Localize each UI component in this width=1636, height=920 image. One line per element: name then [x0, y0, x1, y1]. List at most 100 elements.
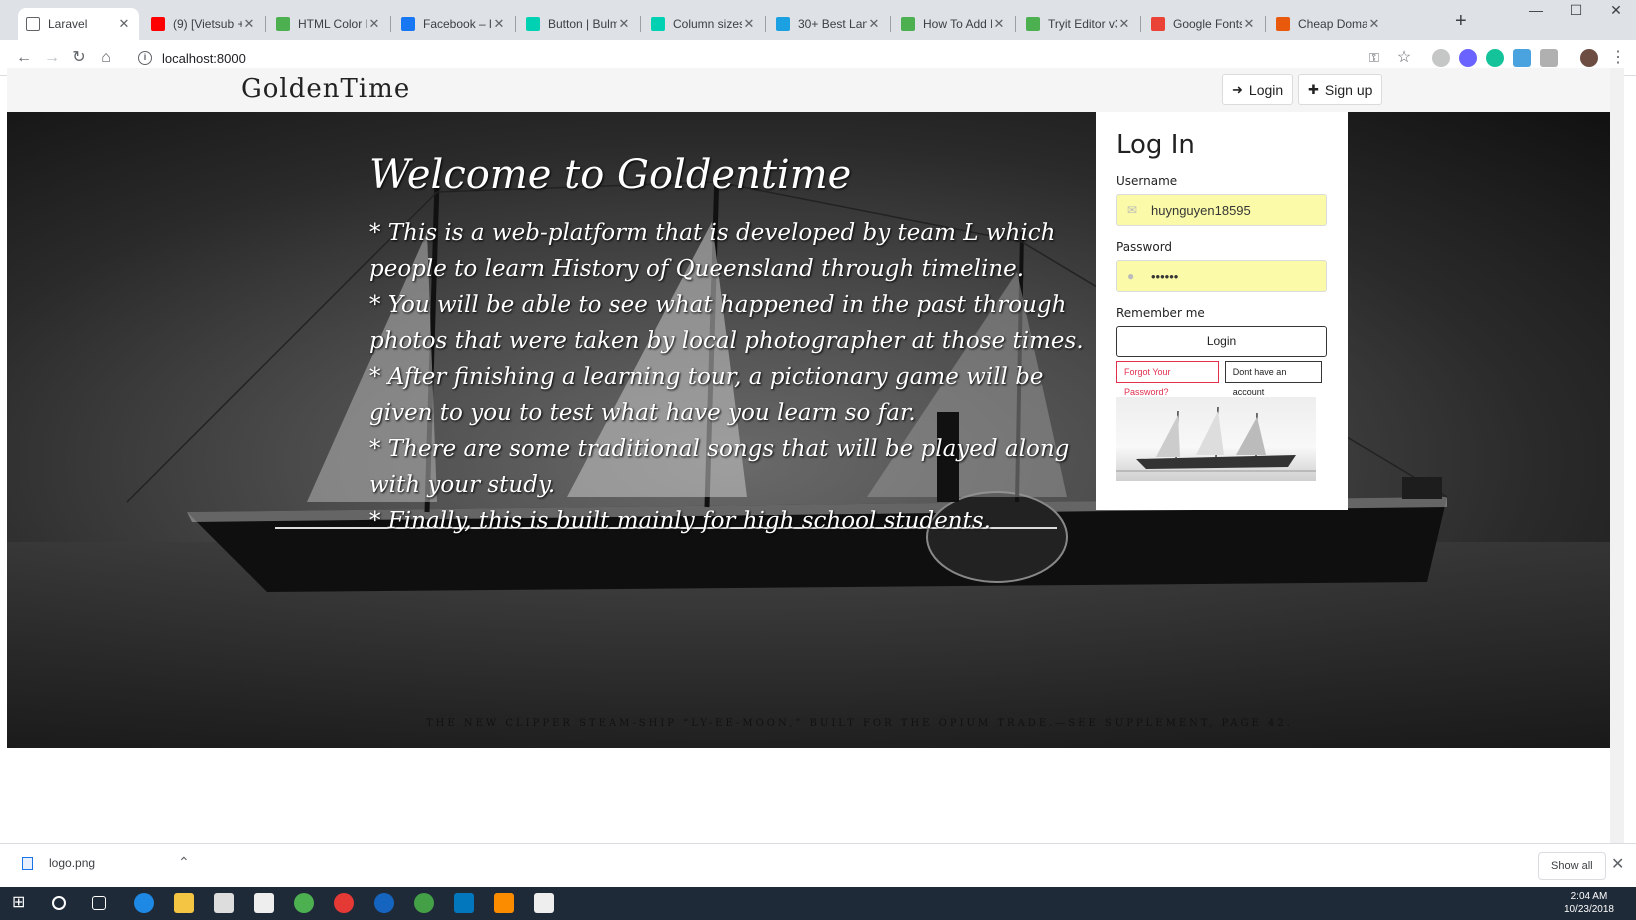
profile-avatar[interactable] — [1580, 49, 1598, 67]
browser-tab[interactable]: Button | Bulma: a✕ — [518, 8, 639, 40]
show-all-button[interactable]: Show all — [1538, 852, 1606, 880]
address-text: localhost:8000 — [162, 50, 246, 66]
browser-tab[interactable]: Tryit Editor v3.5✕ — [1018, 8, 1139, 40]
tab-separator — [265, 16, 266, 32]
close-tab-icon[interactable]: ✕ — [492, 16, 506, 32]
windows-taskbar: ⊞ 2:04 AM 10/23/2018 — [0, 887, 1636, 920]
close-tab-icon[interactable]: ✕ — [742, 16, 756, 32]
google-fonts-icon — [1151, 17, 1165, 31]
powershell-icon[interactable] — [454, 893, 474, 913]
hero-line: * There are some traditional songs that … — [369, 436, 1070, 498]
browser-tab[interactable]: 30+ Best Landin✕ — [768, 8, 889, 40]
browser-tab[interactable]: Column sizes | B✕ — [643, 8, 764, 40]
password-field[interactable]: ● •••••• — [1116, 260, 1327, 292]
close-tab-icon[interactable]: ✕ — [242, 16, 256, 32]
close-tab-icon[interactable]: ✕ — [1242, 16, 1256, 32]
extension-icon[interactable] — [1513, 49, 1531, 67]
tab-title: How To Add Filte — [923, 17, 992, 31]
browser-tab[interactable]: (9) [Vietsub + Pi✕ — [143, 8, 264, 40]
task-view-icon[interactable] — [92, 896, 106, 910]
w3-icon — [1026, 17, 1040, 31]
close-tab-icon[interactable]: ✕ — [992, 16, 1006, 32]
close-tab-icon[interactable]: ✕ — [117, 16, 131, 32]
clock-date: 10/23/2018 — [1563, 904, 1614, 915]
grammarly-icon[interactable] — [1486, 49, 1504, 67]
browser-tab[interactable]: Laravel ✕ — [18, 8, 139, 40]
sign-in-icon: ➜ — [1232, 81, 1243, 97]
download-item[interactable]: logo.png — [22, 856, 95, 870]
tab-title: Laravel — [48, 17, 88, 31]
tab-separator — [890, 16, 891, 32]
page-scrollbar[interactable] — [1610, 68, 1624, 843]
tab-title: Tryit Editor v3.5 — [1048, 17, 1117, 31]
remember-me-label[interactable]: Remember me — [1116, 306, 1328, 320]
photos-icon[interactable] — [534, 893, 554, 913]
lock-icon: ● — [1127, 269, 1135, 283]
minimize-button[interactable]: — — [1516, 2, 1556, 18]
nav-login-button[interactable]: ➜ Login — [1222, 74, 1294, 105]
nav-signup-label: Sign up — [1324, 81, 1373, 98]
extension-icon[interactable] — [1432, 49, 1450, 67]
username-field[interactable]: ✉ huynguyen18595 — [1116, 194, 1327, 226]
chevron-up-icon[interactable]: ⌃ — [178, 854, 190, 871]
key-icon[interactable]: ⚿ — [1362, 46, 1386, 70]
username-label: Username — [1116, 174, 1178, 188]
reload-icon[interactable]: ↻ — [67, 46, 91, 70]
menu-icon[interactable]: ⋮ — [1606, 46, 1630, 70]
close-tab-icon[interactable]: ✕ — [1367, 16, 1381, 32]
site-info-icon[interactable]: i — [138, 51, 152, 65]
mail-icon[interactable] — [254, 893, 274, 913]
tab-title: Column sizes | B — [673, 17, 742, 31]
back-icon[interactable]: ← — [12, 46, 36, 70]
browser-tab[interactable]: Cheap Domain N✕ — [1268, 8, 1389, 40]
windows-start-icon[interactable]: ⊞ — [12, 893, 32, 913]
taskbar-clock[interactable]: 2:04 AM 10/23/2018 — [1564, 890, 1614, 916]
forgot-password-button[interactable]: Forgot Your Password? — [1116, 361, 1219, 397]
maps-icon[interactable] — [374, 893, 394, 913]
tab-title: Facebook – log i — [423, 17, 492, 31]
login-card: Log In Username ✉ huynguyen18595 Passwor… — [1096, 112, 1348, 510]
file-explorer-icon[interactable] — [174, 893, 194, 913]
ship-thumbnail-image — [1116, 397, 1316, 481]
login-submit-button[interactable]: Login — [1116, 326, 1327, 357]
browser-tab[interactable]: HTML Color Pick✕ — [268, 8, 389, 40]
close-tab-icon[interactable]: ✕ — [367, 16, 381, 32]
file-icon — [22, 856, 33, 870]
hero-line: * You will be able to see what happened … — [369, 292, 1084, 354]
browser-tab[interactable]: Google Fonts ✕ — [1143, 8, 1264, 40]
bookmark-star-icon[interactable]: ☆ — [1392, 46, 1416, 70]
no-account-button[interactable]: Dont have an account — [1224, 361, 1322, 397]
login-heading: Log In — [1116, 130, 1195, 160]
app-icon[interactable] — [414, 893, 434, 913]
nav-signup-button[interactable]: ✚ Sign up — [1298, 74, 1383, 105]
brand-logo[interactable]: GoldenTime — [241, 74, 410, 104]
xampp-icon[interactable] — [494, 893, 514, 913]
user-plus-icon: ✚ — [1308, 81, 1319, 97]
nav-login-label: Login — [1248, 81, 1284, 98]
tab-title: Google Fonts — [1173, 17, 1242, 31]
app-icon[interactable] — [294, 893, 314, 913]
hero-title: Welcome to Goldentime — [369, 152, 852, 198]
forward-icon[interactable]: → — [40, 46, 64, 70]
edge-icon[interactable] — [134, 893, 154, 913]
chrome-icon[interactable] — [334, 893, 354, 913]
extension-icon[interactable] — [1459, 49, 1477, 67]
hero-line: * This is a web-platform that is develop… — [369, 220, 1056, 282]
close-icon[interactable]: ✕ — [1611, 854, 1624, 874]
home-icon[interactable]: ⌂ — [94, 46, 118, 70]
new-tab-button[interactable]: + — [1455, 10, 1467, 33]
maximize-button[interactable]: ☐ — [1556, 2, 1596, 19]
search-icon[interactable] — [52, 896, 66, 910]
close-window-button[interactable]: ✕ — [1596, 2, 1636, 19]
close-tab-icon[interactable]: ✕ — [617, 16, 631, 32]
tab-title: (9) [Vietsub + Pi — [173, 17, 242, 31]
close-tab-icon[interactable]: ✕ — [867, 16, 881, 32]
hero-banner: Welcome to Goldentime * This is a web-pl… — [7, 112, 1610, 748]
browser-tab[interactable]: How To Add Filte✕ — [893, 8, 1014, 40]
password-value: •••••• — [1151, 268, 1179, 284]
landing-icon — [776, 17, 790, 31]
facebook-ext-icon[interactable] — [1540, 49, 1558, 67]
close-tab-icon[interactable]: ✕ — [1117, 16, 1131, 32]
store-icon[interactable] — [214, 893, 234, 913]
browser-tab[interactable]: Facebook – log i✕ — [393, 8, 514, 40]
